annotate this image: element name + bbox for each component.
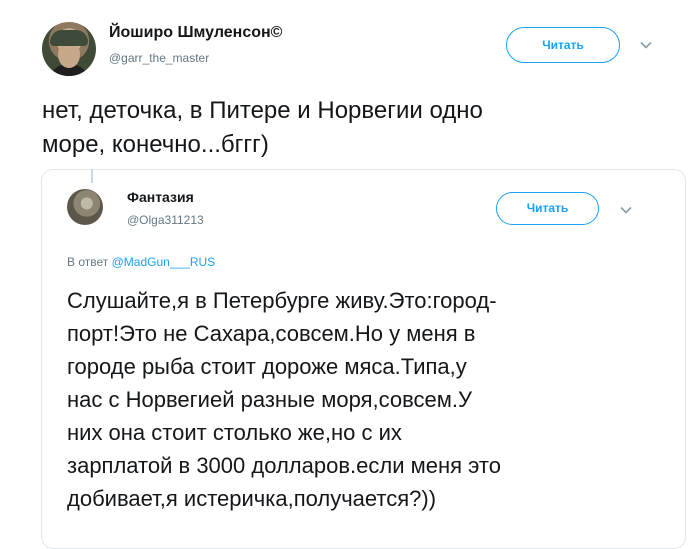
reply-handle-link[interactable]: @MadGun___RUS — [112, 255, 216, 269]
reply-prefix: В ответ — [67, 255, 109, 269]
reply-context: В ответ @MadGun___RUS — [67, 255, 215, 269]
quoted-display-name[interactable]: Фантазия — [127, 189, 194, 205]
quoted-text-line: них она стоит столько же,но с их — [67, 420, 402, 445]
quoted-avatar[interactable] — [67, 189, 103, 225]
tweet-text-line: море, конечно...бггг) — [42, 131, 269, 158]
quoted-text-line: городе рыба стоит дороже мяса.Типа,у — [67, 354, 467, 379]
chevron-down-icon[interactable] — [620, 203, 632, 215]
quoted-tweet-text: Слушайте,я в Петербурге живу.Это:город- … — [67, 284, 667, 515]
quoted-text-line: зарплатой в 3000 долларов.если меня это — [67, 453, 501, 478]
quoted-text-line: Слушайте,я в Петербурге живу.Это:город- — [67, 288, 497, 313]
quoted-text-line: порт!Это не Сахара,совсем.Но у меня в — [67, 321, 476, 346]
chevron-down-icon[interactable] — [640, 38, 652, 50]
tweet-text-line: нет, деточка, в Питере и Норвегии одно — [42, 97, 483, 124]
quoted-text-line: добивает,я истеричка,получается?)) — [67, 486, 437, 511]
follow-button[interactable]: Читать — [506, 27, 620, 63]
quoted-user-handle[interactable]: @Olga311213 — [127, 213, 204, 227]
display-name[interactable]: Йоширо Шмуленсон© — [109, 24, 282, 42]
tweet-text: нет, деточка, в Питере и Норвегии одно м… — [42, 94, 682, 162]
quoted-text-line: нас с Норвегией разные моря,совсем.У — [67, 387, 472, 412]
avatar[interactable] — [42, 22, 96, 76]
thread-connector — [91, 169, 93, 183]
user-handle[interactable]: @garr_the_master — [109, 51, 209, 65]
quoted-follow-button[interactable]: Читать — [496, 192, 599, 225]
